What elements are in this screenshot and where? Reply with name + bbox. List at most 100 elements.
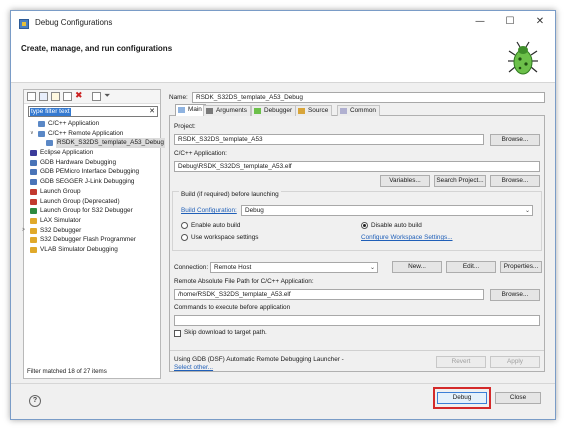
- c-app-icon: [38, 121, 45, 127]
- tree-item-label: LAX Simulator: [40, 216, 81, 224]
- tree-item[interactable]: Launch Group (Deprecated): [24, 197, 160, 207]
- tab-label: Common: [350, 107, 376, 114]
- launcher-text: Using GDB (DSF) Automatic Remote Debuggi…: [174, 356, 344, 363]
- window-title: Debug Configurations: [35, 18, 113, 27]
- tree-item-label: RSDK_S32DS_template_A53_Debug: [56, 138, 165, 149]
- disable-auto-build-label: Disable auto build: [371, 222, 422, 229]
- tree-item[interactable]: VLAB Simulator Debugging: [24, 245, 160, 255]
- dialog-button-bar: ? Debug Close: [11, 383, 555, 419]
- tree-item-label: GDB SEGGER J-Link Debugging: [40, 178, 135, 186]
- connection-select[interactable]: Remote Host ⌄: [210, 262, 378, 273]
- tree-item[interactable]: GDB SEGGER J-Link Debugging: [24, 177, 160, 187]
- tree-item[interactable]: RSDK_S32DS_template_A53_Debug: [24, 138, 165, 149]
- gdb-icon: [30, 159, 37, 166]
- tab-main[interactable]: Main: [175, 104, 206, 116]
- common-tab-icon: [340, 108, 347, 114]
- tree-item[interactable]: > S32 Debugger: [22, 226, 160, 236]
- collapse-all-icon[interactable]: [92, 92, 101, 101]
- new-connection-button[interactable]: New...: [392, 261, 442, 273]
- tree-toolbar: ✖ ⏷: [24, 90, 160, 104]
- remote-path-field[interactable]: /home/RSDK_S32DS_template_A53.elf: [174, 289, 484, 300]
- filter-placeholder: type filter text: [30, 108, 71, 116]
- tree-item[interactable]: GDB PEMicro Interface Debugging: [24, 167, 160, 177]
- tab-arguments[interactable]: Arguments: [203, 105, 251, 116]
- tree-item[interactable]: GDB Hardware Debugging: [24, 158, 160, 168]
- launch-group-icon: [30, 208, 37, 215]
- new-prototype-icon[interactable]: [39, 92, 48, 101]
- launch-group-icon: [30, 198, 37, 205]
- arguments-tab-icon: [206, 108, 213, 114]
- chevron-down-icon: ⌄: [369, 264, 375, 271]
- new-configuration-icon[interactable]: [27, 92, 36, 101]
- tab-debugger[interactable]: Debugger: [251, 105, 297, 116]
- tree-item[interactable]: C/C++ Application: [24, 119, 160, 129]
- filter-status: Filter matched 18 of 27 items: [27, 368, 107, 375]
- debug-button[interactable]: Debug: [437, 392, 487, 404]
- select-other-link[interactable]: Select other...: [174, 364, 213, 371]
- close-button[interactable]: Close: [495, 392, 541, 404]
- application-field[interactable]: Debug\RSDK_S32DS_template_A53.elf: [174, 161, 540, 172]
- commands-field[interactable]: [174, 315, 540, 326]
- revert-button[interactable]: Revert: [436, 356, 486, 368]
- project-browse-button[interactable]: Browse...: [490, 134, 540, 146]
- tree-item[interactable]: LAX Simulator: [24, 216, 160, 226]
- simulator-icon: [30, 217, 37, 224]
- close-window-button[interactable]: ✕: [525, 11, 555, 33]
- clear-filter-icon[interactable]: ✕: [149, 107, 155, 115]
- tree-item[interactable]: Launch Group for S32 Debugger: [24, 206, 160, 216]
- disable-auto-build-radio[interactable]: [361, 222, 368, 229]
- chevron-down-icon: ⌄: [524, 207, 530, 214]
- tab-label: Main: [188, 106, 202, 113]
- tab-label: Arguments: [216, 107, 247, 114]
- search-project-button[interactable]: Search Project...: [434, 175, 486, 187]
- configure-workspace-link[interactable]: Configure Workspace Settings...: [361, 234, 453, 241]
- launch-group-icon: [30, 188, 37, 195]
- flash-icon: [30, 237, 37, 244]
- tree-item-label: Launch Group (Deprecated): [40, 197, 120, 205]
- minimize-button[interactable]: —: [465, 11, 495, 33]
- tab-source[interactable]: Source: [295, 105, 333, 116]
- connection-properties-button[interactable]: Properties...: [500, 261, 542, 273]
- variables-button[interactable]: Variables...: [380, 175, 430, 187]
- remote-path-browse-button[interactable]: Browse...: [490, 289, 540, 301]
- tree-item-label: C/C++ Remote Application: [48, 129, 124, 137]
- tree-item[interactable]: Launch Group: [24, 187, 160, 197]
- filter-input[interactable]: type filter text ✕: [28, 106, 158, 117]
- c-remote-icon: [46, 140, 53, 147]
- name-label: Name:: [169, 94, 188, 101]
- use-workspace-settings-label: Use workspace settings: [191, 234, 259, 241]
- connection-label: Connection:: [174, 264, 209, 271]
- maximize-button[interactable]: ☐: [495, 11, 525, 33]
- chevron-down-icon[interactable]: ∨: [30, 129, 34, 139]
- tree-item[interactable]: S32 Debugger Flash Programmer: [24, 235, 160, 245]
- eclipse-icon: [30, 150, 37, 157]
- tree-item-label: C/C++ Application: [48, 120, 100, 127]
- help-icon[interactable]: ?: [29, 395, 41, 407]
- enable-auto-build-radio[interactable]: [181, 222, 188, 229]
- tree-item-label: Eclipse Application: [40, 149, 94, 157]
- edit-connection-button[interactable]: Edit...: [446, 261, 496, 273]
- build-configuration-link[interactable]: Build Configuration:: [181, 207, 237, 214]
- project-field[interactable]: RSDK_S32DS_template_A53: [174, 134, 484, 145]
- gdb-icon: [30, 179, 37, 186]
- duplicate-icon[interactable]: [63, 92, 72, 101]
- tab-label: Source: [308, 107, 329, 114]
- build-configuration-select[interactable]: Debug ⌄: [241, 205, 533, 216]
- application-browse-button[interactable]: Browse...: [490, 175, 540, 187]
- tab-common[interactable]: Common: [337, 105, 380, 116]
- build-group: Build (if required) before launching Bui…: [172, 191, 542, 251]
- source-tab-icon: [298, 108, 305, 114]
- use-workspace-settings-radio[interactable]: [181, 234, 188, 241]
- tree-item[interactable]: Eclipse Application: [24, 148, 160, 158]
- name-field[interactable]: RSDK_S32DS_template_A53_Debug: [192, 92, 545, 103]
- gdb-icon: [30, 169, 37, 176]
- tree-item[interactable]: ∨ C/C++ Remote Application: [24, 129, 160, 139]
- debug-configurations-dialog: Debug Configurations — ☐ ✕ Create, manag…: [10, 10, 556, 420]
- application-label: C/C++ Application:: [174, 150, 227, 157]
- skip-download-checkbox[interactable]: [174, 330, 181, 337]
- export-icon[interactable]: [51, 92, 60, 101]
- delete-icon[interactable]: ✖: [75, 92, 84, 101]
- chevron-right-icon[interactable]: >: [22, 226, 25, 236]
- filter-icon[interactable]: ⏷: [104, 92, 113, 101]
- apply-button[interactable]: Apply: [490, 356, 540, 368]
